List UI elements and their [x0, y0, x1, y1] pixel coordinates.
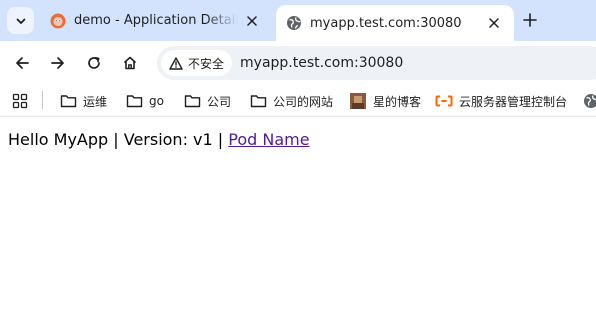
plus-icon — [523, 13, 537, 27]
close-tab-button[interactable] — [242, 11, 262, 31]
bookmark-company-sites[interactable]: 公司的网站 — [249, 85, 333, 117]
pod-name-link[interactable]: Pod Name — [228, 130, 309, 149]
security-chip[interactable]: 不安全 — [161, 50, 233, 76]
arrow-right-icon — [51, 57, 64, 69]
bookmark-aliyun[interactable]: 云服务器管理控制台 — [435, 85, 567, 117]
globe-icon — [286, 15, 302, 31]
close-icon — [247, 15, 257, 26]
warning-icon — [169, 56, 183, 70]
tab-myapp[interactable]: myapp.test.com:30080 — [276, 5, 514, 41]
page-content: Hello MyApp | Version: v1 | Pod Name — [8, 130, 310, 149]
folder-icon — [59, 92, 77, 110]
tab-title: demo - Application Details Tr — [74, 13, 238, 28]
folder-icon — [183, 92, 201, 110]
tab-demo[interactable]: demo - Application Details Tr — [40, 0, 272, 41]
reload-button[interactable] — [82, 51, 106, 75]
close-icon — [489, 18, 499, 28]
reload-icon — [88, 56, 100, 69]
tab-search-button[interactable] — [7, 7, 34, 34]
bookmark-blog[interactable]: 星的博客 — [349, 85, 421, 117]
bookmark-label: 公司的网站 — [273, 94, 334, 109]
omnibox[interactable]: 不安全 myapp.test.com:30080 — [157, 46, 596, 80]
security-label: 不安全 — [188, 56, 225, 71]
bookmark-label: go — [149, 94, 164, 108]
bookmark-go[interactable]: go — [125, 85, 164, 117]
hello-text: Hello MyApp | Version: v1 | — [8, 130, 229, 149]
chevron-down-icon — [16, 18, 25, 24]
bookmark-label: 运维 — [83, 94, 108, 109]
bookmark-label: 云服务器管理控制台 — [459, 94, 568, 109]
folder-icon — [125, 92, 143, 110]
url-text[interactable]: myapp.test.com:30080 — [240, 55, 403, 71]
home-button[interactable] — [118, 51, 142, 75]
aliyun-icon — [435, 92, 453, 110]
argo-favicon — [50, 13, 66, 29]
bookmark-company[interactable]: 公司 — [183, 85, 231, 117]
bookmark-ops[interactable]: 运维 — [59, 85, 107, 117]
globe-icon — [582, 92, 596, 110]
folder-icon — [249, 92, 267, 110]
new-tab-button[interactable] — [518, 8, 542, 32]
apps-button[interactable] — [11, 85, 35, 117]
bookmarks-divider — [42, 91, 43, 109]
back-button[interactable] — [10, 51, 34, 75]
toolbar: 不安全 myapp.test.com:30080 — [0, 41, 596, 85]
tab-strip: demo - Application Details Tr myapp.test… — [0, 0, 596, 41]
bookmark-overflow[interactable] — [582, 85, 596, 117]
close-tab-button[interactable] — [484, 13, 504, 33]
avatar-favicon — [349, 92, 367, 110]
home-icon — [123, 56, 137, 70]
bookmarks-bar: 运维 go 公司 公司的网站 星的博客 云服务器管理控制台 — [0, 85, 596, 117]
forward-button[interactable] — [46, 51, 70, 75]
bookmark-label: 星的博客 — [373, 94, 422, 109]
tab-title: myapp.test.com:30080 — [310, 15, 462, 31]
arrow-left-icon — [16, 57, 29, 69]
bookmark-label: 公司 — [207, 94, 232, 109]
apps-grid-icon — [11, 92, 29, 110]
